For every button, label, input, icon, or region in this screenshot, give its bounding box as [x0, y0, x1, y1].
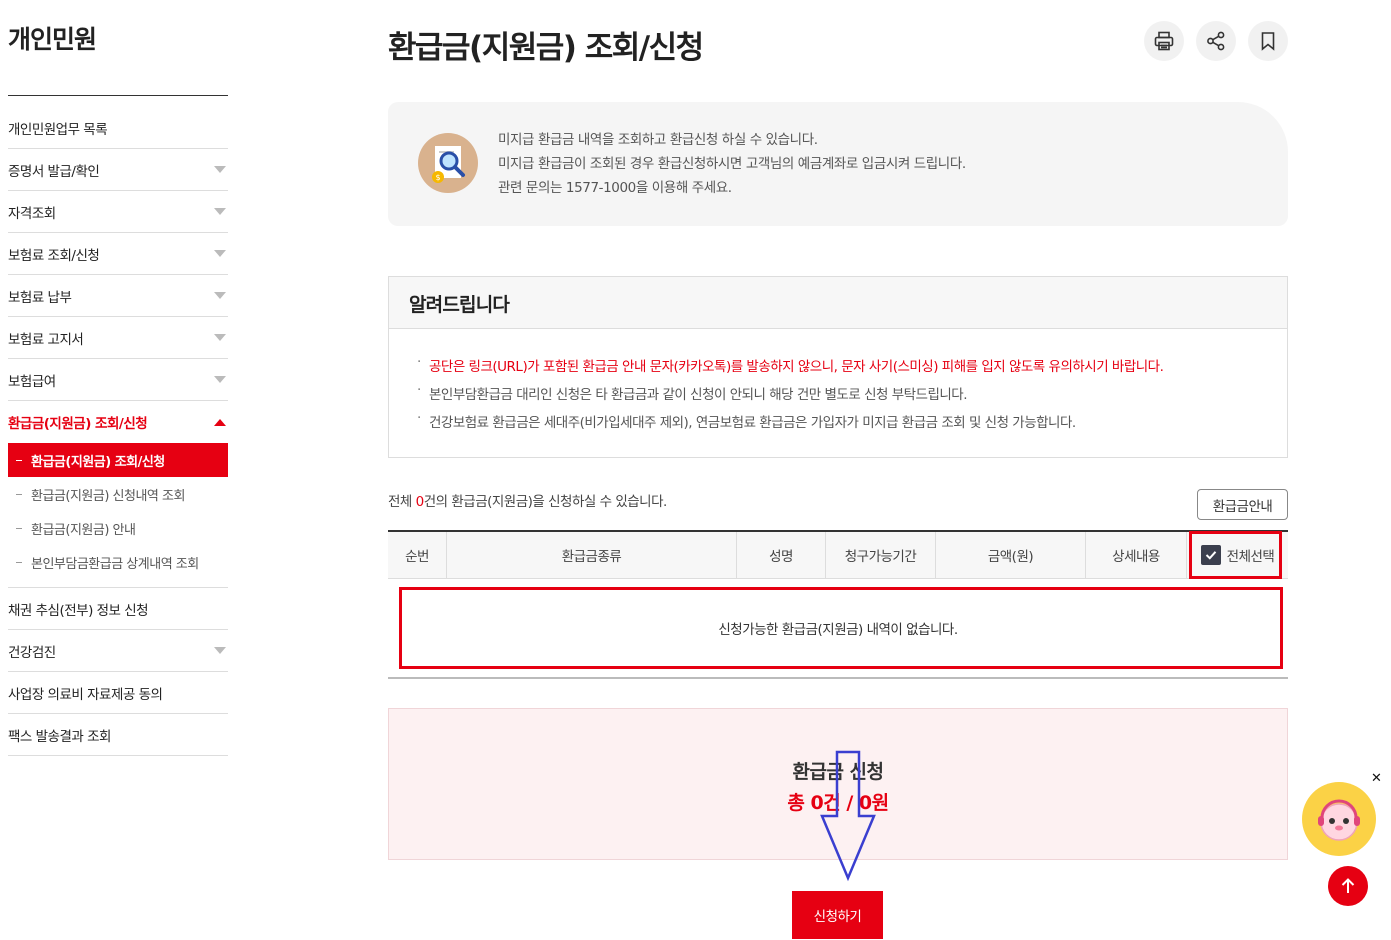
select-all-control[interactable]: 전체선택: [1200, 545, 1275, 565]
sidebar-item-label: 보험료 조회/신청: [8, 247, 100, 264]
bookmark-button[interactable]: [1248, 21, 1288, 61]
sidebar-item-certificate[interactable]: 증명서 발급/확인: [8, 149, 228, 191]
sidebar-item-health-checkup[interactable]: 건강검진: [8, 630, 228, 672]
chevron-down-icon: [214, 250, 226, 257]
chevron-down-icon: [214, 334, 226, 341]
sidebar-item-label: 보험급여: [8, 373, 56, 390]
sidebar-item-label: 자격조회: [8, 205, 56, 222]
apply-summary-box: 환급금 신청 총 0건 / 0원: [388, 708, 1288, 860]
info-line: 관련 문의는 1577-1000을 이용해 주세요.: [498, 180, 732, 196]
info-line: 미지급 환급금 내역을 조회하고 환급신청 하실 수 있습니다.: [498, 132, 818, 148]
share-icon: [1207, 31, 1225, 51]
sidebar-item-label: 사업장 의료비 자료제공 동의: [8, 686, 163, 703]
sidebar-item-eligibility[interactable]: 자격조회: [8, 191, 228, 233]
sidebar-submenu: 환급금(지원금) 조회/신청 환급금(지원금) 신청내역 조회 환급금(지원금)…: [8, 443, 228, 588]
notice-item: 본인부담환급금 대리인 신청은 타 환급금과 같이 신청이 안되니 해당 건만 …: [417, 382, 1287, 411]
empty-table-message: 신청가능한 환급금(지원금) 내역이 없습니다.: [388, 579, 1288, 679]
bookmark-icon: [1261, 32, 1275, 51]
sidebar-item-label: 보험료 납부: [8, 289, 72, 306]
summary-prefix: 전체: [388, 494, 416, 510]
share-button[interactable]: [1196, 21, 1236, 61]
select-all-checkbox[interactable]: [1200, 545, 1221, 565]
sidebar-item-label: 채권 추심(전부) 정보 신청: [8, 602, 149, 619]
col-header-name: 성명: [737, 532, 826, 578]
dash-icon: [16, 527, 22, 529]
sidebar-item-medical-consent[interactable]: 사업장 의료비 자료제공 동의: [8, 672, 228, 714]
arrow-up-icon: [1341, 878, 1355, 893]
apply-submit-button[interactable]: 신청하기: [792, 891, 883, 939]
notice-list: 공단은 링크(URL)가 포함된 환급금 안내 문자(카카오톡)를 발송하지 않…: [389, 329, 1287, 439]
sidebar-item-label: 개인민원업무 목록: [8, 121, 108, 138]
sidebar-item-fax-result[interactable]: 팩스 발송결과 조회: [8, 714, 228, 756]
notice-box: 알려드립니다 공단은 링크(URL)가 포함된 환급금 안내 문자(카카오톡)를…: [388, 276, 1288, 458]
apply-title: 환급금 신청: [792, 761, 884, 783]
sidebar-subitem-label: 환급금(지원금) 안내: [31, 522, 136, 538]
sidebar-subitem-refund-history[interactable]: 환급금(지원금) 신청내역 조회: [8, 477, 228, 511]
sidebar-item-complaint-list[interactable]: 개인민원업무 목록: [8, 107, 228, 149]
sidebar-title: 개인민원: [8, 25, 97, 54]
info-box: $ 미지급 환급금 내역을 조회하고 환급신청 하실 수 있습니다. 미지급 환…: [388, 102, 1288, 226]
select-all-label: 전체선택: [1226, 549, 1275, 565]
info-line: 미지급 환급금이 조회된 경우 환급신청하시면 고객님의 예금계좌로 입금시켜 …: [498, 156, 966, 172]
refund-count: 0: [415, 494, 425, 510]
print-button[interactable]: [1144, 21, 1184, 61]
sidebar-item-label: 건강검진: [8, 644, 56, 661]
dash-icon: [16, 459, 22, 461]
page-title: 환급금(지원금) 조회/신청: [388, 30, 704, 66]
col-header-select-all: 전체선택: [1187, 532, 1288, 578]
check-icon: [1205, 551, 1216, 560]
refund-table: 순번 환급금종류 성명 청구가능기간 금액(원) 상세내용 전체선택 신청가능한…: [388, 530, 1288, 679]
dash-icon: [16, 561, 22, 563]
chevron-down-icon: [214, 166, 226, 173]
sidebar-subitem-refund-guide[interactable]: 환급금(지원금) 안내: [8, 511, 228, 545]
sidebar-item-label: 보험료 고지서: [8, 331, 84, 348]
col-header-period: 청구가능기간: [826, 532, 936, 578]
sidebar-item-premium-payment[interactable]: 보험료 납부: [8, 275, 228, 317]
sidebar-item-refund[interactable]: 환급금(지원금) 조회/신청: [8, 401, 228, 443]
svg-text:$: $: [435, 173, 440, 182]
sidebar-item-label: 팩스 발송결과 조회: [8, 728, 111, 745]
chatbot-button[interactable]: [1302, 782, 1376, 856]
notice-title: 알려드립니다: [389, 277, 1287, 329]
refund-count-summary: 전체 0건의 환급금(지원금)을 신청하실 수 있습니다.: [388, 490, 667, 510]
chevron-up-icon: [214, 418, 226, 426]
sidebar-subitem-offset-history[interactable]: 본인부담금환급금 상계내역 조회: [8, 545, 228, 579]
summary-suffix: 건의 환급금(지원금)을 신청하실 수 있습니다.: [423, 494, 668, 510]
sidebar-item-benefits[interactable]: 보험급여: [8, 359, 228, 401]
col-header-detail: 상세내용: [1086, 532, 1187, 578]
sidebar-item-premium-notice[interactable]: 보험료 고지서: [8, 317, 228, 359]
sidebar-subitem-label: 환급금(지원금) 신청내역 조회: [31, 488, 185, 504]
sidebar-menu: 개인민원업무 목록 증명서 발급/확인 자격조회 보험료 조회/신청 보험료 납…: [8, 107, 228, 756]
apply-total: 총 0건 / 0원: [787, 792, 889, 814]
sidebar-item-premium-inquiry[interactable]: 보험료 조회/신청: [8, 233, 228, 275]
sidebar-divider: [8, 95, 228, 96]
print-icon: [1154, 31, 1174, 51]
chevron-down-icon: [214, 208, 226, 215]
notice-item: 건강보험료 환급금은 세대주(비가입세대주 제외), 연금보험료 환급금은 가입…: [417, 410, 1287, 439]
sidebar-subitem-refund-inquiry[interactable]: 환급금(지원금) 조회/신청: [8, 443, 228, 477]
sidebar-subitem-label: 본인부담금환급금 상계내역 조회: [31, 556, 199, 572]
refund-search-icon: $: [418, 133, 478, 193]
dash-icon: [16, 493, 22, 495]
info-text: 미지급 환급금 내역을 조회하고 환급신청 하실 수 있습니다. 미지급 환급금…: [498, 128, 966, 200]
sidebar-item-label: 증명서 발급/확인: [8, 163, 100, 180]
chatbot-mascot-icon: [1318, 799, 1360, 841]
chevron-down-icon: [214, 292, 226, 299]
sidebar-item-debt-collection[interactable]: 채권 추심(전부) 정보 신청: [8, 588, 228, 630]
scroll-top-button[interactable]: [1328, 866, 1368, 906]
chevron-down-icon: [214, 376, 226, 383]
table-header: 순번 환급금종류 성명 청구가능기간 금액(원) 상세내용 전체선택: [388, 532, 1288, 579]
chevron-down-icon: [214, 647, 226, 654]
sidebar-item-label: 환급금(지원금) 조회/신청: [8, 416, 148, 432]
refund-guide-button[interactable]: 환급금안내: [1197, 489, 1288, 520]
notice-item: 공단은 링크(URL)가 포함된 환급금 안내 문자(카카오톡)를 발송하지 않…: [417, 354, 1287, 383]
col-header-type: 환급금종류: [447, 532, 737, 578]
sidebar-subitem-label: 환급금(지원금) 조회/신청: [31, 454, 165, 470]
col-header-number: 순번: [388, 532, 447, 578]
col-header-amount: 금액(원): [936, 532, 1086, 578]
